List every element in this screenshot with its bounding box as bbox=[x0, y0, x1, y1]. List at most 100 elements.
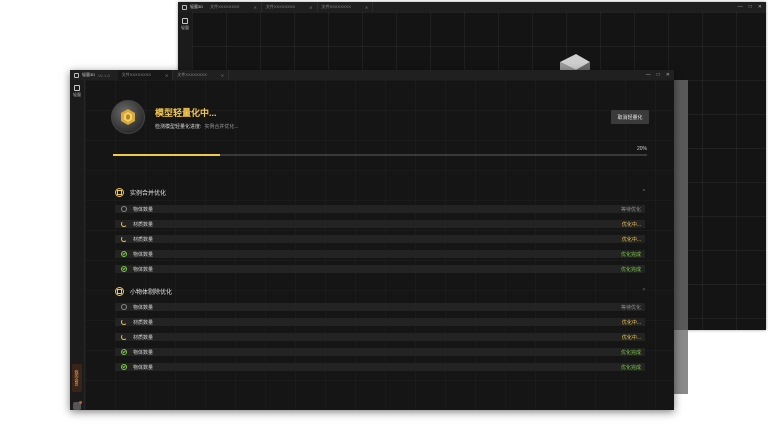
task-row: 材质数量 优化中... bbox=[115, 235, 645, 243]
loading-spinner-icon bbox=[121, 236, 127, 242]
app-name: 轻量3D bbox=[82, 72, 96, 77]
page-title: 模型轻量化中... bbox=[155, 108, 217, 118]
chevron-up-icon[interactable]: ^ bbox=[643, 189, 645, 195]
pending-circle-icon bbox=[121, 206, 127, 212]
main-window: 轻量3D V1.1.0 文件XXXXXXXX ✕ 文件XXXXXXXX ✕ — □ … bbox=[70, 70, 674, 410]
task-row: 物体数量 优化完成 bbox=[115, 265, 645, 273]
task-status: 优化中... bbox=[621, 221, 641, 228]
check-circle-icon bbox=[121, 349, 127, 355]
task-status: 优化完成 bbox=[620, 266, 641, 273]
task-name: 材质数量 bbox=[133, 221, 154, 228]
close-tab-icon[interactable]: ✕ bbox=[165, 73, 168, 78]
window-controls: — □ ✕ bbox=[738, 2, 762, 12]
minimize-icon[interactable]: — bbox=[646, 72, 651, 78]
task-name: 物体数量 bbox=[133, 266, 154, 273]
cube-icon bbox=[74, 85, 80, 91]
content-area: 模型轻量化中... 检测模型轻量化进度: 实例合并优化... 取消轻量化 20% … bbox=[85, 80, 674, 410]
background-panel-edge bbox=[674, 330, 688, 394]
close-icon[interactable]: ✕ bbox=[666, 72, 670, 78]
app-version: V1.1.0 bbox=[98, 72, 110, 78]
sidebar-item-label: 轻量 bbox=[181, 25, 189, 30]
tab-label: 文件XXXXXXXX bbox=[210, 4, 240, 9]
tab-label: 文件XXXXXXXX bbox=[265, 4, 296, 9]
titlebar: 轻量3D V1.1.0 文件XXXXXXXX ✕ 文件XXXXXXXX ✕ — □ … bbox=[70, 70, 674, 80]
close-tab-icon[interactable]: ✕ bbox=[221, 73, 224, 78]
task-status: 优化完成 bbox=[620, 251, 641, 258]
lightweight-status-icon bbox=[111, 100, 145, 134]
task-status: 优化完成 bbox=[620, 349, 641, 356]
check-circle-icon bbox=[121, 364, 127, 370]
vip-badge[interactable]: 我的会员 bbox=[72, 364, 82, 392]
task-status: 优化中... bbox=[621, 319, 641, 326]
sidebar-item-label: 轻量 bbox=[73, 92, 81, 97]
close-tab-icon[interactable]: ✕ bbox=[309, 5, 312, 10]
task-status: 优化完成 bbox=[620, 364, 641, 371]
minimize-icon[interactable]: — bbox=[738, 4, 743, 10]
progress-percent: 20% bbox=[636, 146, 647, 152]
cancel-lightweight-button[interactable]: 取消轻量化 bbox=[611, 110, 649, 124]
file-tab[interactable]: 文件XXXXXXXX ✕ bbox=[117, 70, 174, 80]
task-name: 物体数量 bbox=[133, 251, 154, 258]
section-header[interactable]: 小物体剔除优化 ^ bbox=[115, 285, 645, 297]
check-circle-icon bbox=[121, 266, 127, 272]
task-row: 物体数量 等待优化 bbox=[115, 205, 645, 213]
section-title: 小物体剔除优化 bbox=[130, 289, 173, 296]
cube-icon bbox=[182, 18, 188, 24]
sidebar-item-lightweight[interactable]: 轻量 bbox=[178, 18, 192, 31]
task-status: 优化中... bbox=[621, 236, 641, 243]
window-controls: — □ ✕ bbox=[646, 70, 670, 80]
tab-label: 文件XXXXXXXX bbox=[121, 72, 152, 77]
close-tab-icon[interactable]: ✕ bbox=[253, 5, 256, 10]
task-name: 物体数量 bbox=[133, 304, 154, 311]
chevron-up-icon[interactable]: ^ bbox=[643, 288, 645, 294]
sidebar: 轻量 我的会员 bbox=[70, 80, 85, 410]
progress-description: 检测模型轻量化进度: 实例合并优化... bbox=[155, 123, 239, 130]
task-name: 物体数量 bbox=[133, 206, 154, 213]
task-row: 材质数量 优化中... bbox=[115, 333, 645, 341]
maximize-icon[interactable]: □ bbox=[749, 4, 752, 10]
gold-cube-icon bbox=[121, 109, 135, 125]
tab-label: 文件XXXXXXXX bbox=[321, 4, 351, 9]
task-row: 材质数量 优化中... bbox=[115, 318, 645, 326]
loading-spinner-icon bbox=[121, 334, 127, 340]
check-circle-icon bbox=[121, 251, 127, 257]
app-name: 轻量3D bbox=[190, 4, 204, 9]
tab-label: 文件XXXXXXXX bbox=[177, 72, 207, 77]
back-tab[interactable]: 文件XXXXXXXX ✕ bbox=[206, 2, 262, 12]
app-logo-icon bbox=[182, 4, 187, 10]
sidebar-item-lightweight[interactable]: 轻量 bbox=[70, 85, 84, 98]
task-row: 物体数量 等待优化 bbox=[115, 303, 645, 311]
notification-dot bbox=[79, 401, 82, 404]
progress-description-label: 检测模型轻量化进度: bbox=[155, 124, 202, 130]
back-tab[interactable]: 文件XXXXXXXX ✕ bbox=[318, 2, 374, 12]
task-status: 等待优化 bbox=[620, 206, 641, 213]
maximize-icon[interactable]: □ bbox=[657, 72, 660, 78]
close-icon[interactable]: ✕ bbox=[758, 4, 762, 10]
task-status: 优化中... bbox=[621, 334, 641, 341]
section-header[interactable]: 实例合并优化 ^ bbox=[115, 186, 645, 198]
loading-spinner-icon bbox=[121, 221, 127, 227]
loading-spinner-icon bbox=[121, 319, 127, 325]
progress-description-value: 实例合并优化... bbox=[204, 124, 239, 130]
progress-bar bbox=[113, 154, 647, 156]
task-name: 材质数量 bbox=[133, 319, 154, 326]
file-tab[interactable]: 文件XXXXXXXX ✕ bbox=[173, 70, 230, 80]
instance-merge-icon bbox=[115, 187, 124, 197]
task-status: 等待优化 bbox=[620, 304, 641, 311]
task-name: 物体数量 bbox=[133, 364, 154, 371]
task-row: 材质数量 优化中... bbox=[115, 220, 645, 228]
progress-fill bbox=[113, 154, 220, 156]
task-name: 材质数量 bbox=[133, 334, 154, 341]
background-titlebar: 轻量3D 文件XXXXXXXX ✕ 文件XXXXXXXX ✕ 文件XXXXXXXX ✕… bbox=[178, 2, 766, 12]
task-name: 材质数量 bbox=[133, 236, 154, 243]
app-logo-icon bbox=[74, 72, 79, 78]
pending-circle-icon bbox=[121, 304, 127, 310]
task-row: 物体数量 优化完成 bbox=[115, 250, 645, 258]
task-row: 物体数量 优化完成 bbox=[115, 363, 645, 371]
section-title: 实例合并优化 bbox=[130, 190, 167, 197]
task-row: 物体数量 优化完成 bbox=[115, 348, 645, 356]
task-name: 物体数量 bbox=[133, 349, 154, 356]
small-object-cull-icon bbox=[115, 286, 124, 296]
close-tab-icon[interactable]: ✕ bbox=[365, 5, 368, 10]
back-tab[interactable]: 文件XXXXXXXX ✕ bbox=[262, 2, 318, 12]
